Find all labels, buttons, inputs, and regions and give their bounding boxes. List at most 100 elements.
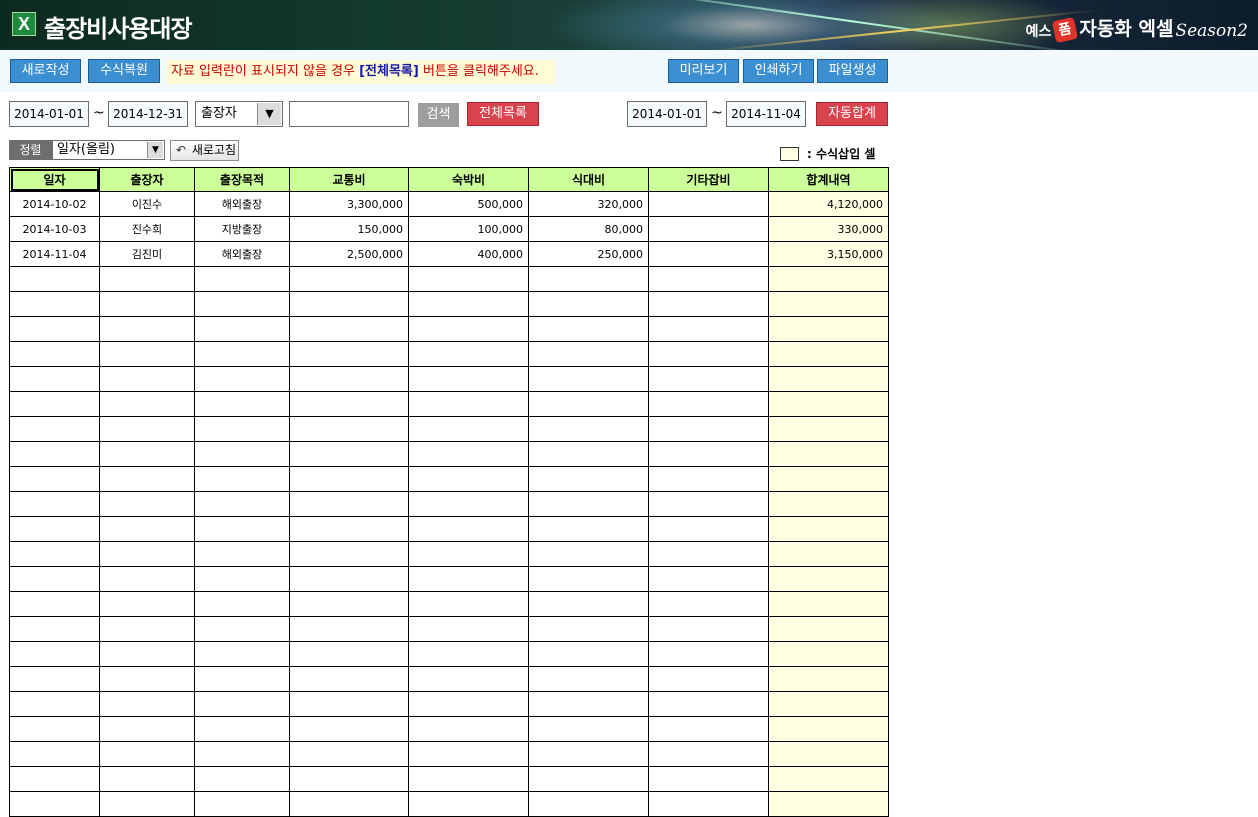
cell-traveler[interactable] [99, 366, 195, 392]
cell-date[interactable] [9, 416, 100, 442]
cell-total[interactable] [768, 716, 889, 742]
cell-date[interactable] [9, 541, 100, 567]
cell-transport[interactable] [289, 541, 409, 567]
cell-date[interactable] [9, 716, 100, 742]
cell-purpose[interactable] [194, 541, 290, 567]
cell-total[interactable]: 330,000 [768, 216, 889, 242]
cell-meals[interactable]: 250,000 [528, 241, 649, 267]
cell-traveler[interactable] [99, 291, 195, 317]
cell-total[interactable] [768, 341, 889, 367]
cell-date[interactable] [9, 566, 100, 592]
cell-purpose[interactable] [194, 341, 290, 367]
cell-purpose[interactable] [194, 691, 290, 717]
cell-misc[interactable] [648, 441, 769, 467]
cell-total[interactable] [768, 416, 889, 442]
cell-meals[interactable] [528, 366, 649, 392]
cell-misc[interactable] [648, 416, 769, 442]
cell-misc[interactable] [648, 216, 769, 242]
cell-date[interactable] [9, 791, 100, 817]
cell-total[interactable] [768, 666, 889, 692]
cell-meals[interactable] [528, 466, 649, 492]
cell-lodging[interactable] [408, 316, 529, 342]
cell-lodging[interactable]: 100,000 [408, 216, 529, 242]
cell-date[interactable] [9, 741, 100, 767]
column-header-misc[interactable]: 기타잡비 [648, 167, 769, 192]
column-header-lodging[interactable]: 숙박비 [408, 167, 529, 192]
cell-purpose[interactable] [194, 516, 290, 542]
sum-start-date-field[interactable]: 2014-01-01 [627, 101, 707, 127]
cell-lodging[interactable] [408, 466, 529, 492]
cell-date[interactable] [9, 391, 100, 417]
cell-date[interactable]: 2014-11-04 [9, 241, 100, 267]
cell-misc[interactable] [648, 691, 769, 717]
cell-lodging[interactable] [408, 566, 529, 592]
cell-meals[interactable]: 320,000 [528, 191, 649, 217]
cell-lodging[interactable] [408, 291, 529, 317]
search-input[interactable] [289, 101, 409, 127]
cell-lodging[interactable] [408, 541, 529, 567]
cell-date[interactable] [9, 366, 100, 392]
cell-transport[interactable] [289, 441, 409, 467]
cell-total[interactable] [768, 466, 889, 492]
search-button[interactable]: 검색 [418, 103, 459, 127]
cell-misc[interactable] [648, 741, 769, 767]
cell-lodging[interactable] [408, 591, 529, 617]
cell-misc[interactable] [648, 791, 769, 817]
cell-date[interactable]: 2014-10-03 [9, 216, 100, 242]
cell-date[interactable] [9, 516, 100, 542]
cell-meals[interactable] [528, 516, 649, 542]
search-field-select[interactable]: 출장자 ▼ [195, 101, 283, 127]
cell-transport[interactable] [289, 666, 409, 692]
cell-traveler[interactable] [99, 766, 195, 792]
cell-lodging[interactable] [408, 716, 529, 742]
cell-total[interactable] [768, 616, 889, 642]
cell-lodging[interactable] [408, 691, 529, 717]
column-header-total[interactable]: 합계내역 [768, 167, 889, 192]
cell-misc[interactable] [648, 241, 769, 267]
cell-misc[interactable] [648, 516, 769, 542]
chevron-down-icon[interactable]: ▼ [147, 142, 163, 158]
cell-lodging[interactable] [408, 766, 529, 792]
cell-traveler[interactable] [99, 466, 195, 492]
cell-date[interactable] [9, 491, 100, 517]
cell-total[interactable]: 4,120,000 [768, 191, 889, 217]
cell-transport[interactable] [289, 716, 409, 742]
cell-traveler[interactable] [99, 591, 195, 617]
cell-date[interactable]: 2014-10-02 [9, 191, 100, 217]
cell-purpose[interactable]: 해외출장 [194, 191, 290, 217]
cell-traveler[interactable] [99, 691, 195, 717]
cell-transport[interactable] [289, 266, 409, 292]
cell-meals[interactable] [528, 441, 649, 467]
start-date-field[interactable]: 2014-01-01 [9, 101, 89, 127]
cell-meals[interactable] [528, 691, 649, 717]
cell-meals[interactable] [528, 666, 649, 692]
cell-lodging[interactable] [408, 416, 529, 442]
cell-purpose[interactable]: 해외출장 [194, 241, 290, 267]
cell-date[interactable] [9, 766, 100, 792]
cell-transport[interactable] [289, 791, 409, 817]
cell-purpose[interactable] [194, 266, 290, 292]
cell-total[interactable] [768, 566, 889, 592]
cell-lodging[interactable] [408, 341, 529, 367]
cell-meals[interactable]: 80,000 [528, 216, 649, 242]
cell-meals[interactable] [528, 591, 649, 617]
cell-lodging[interactable] [408, 516, 529, 542]
auto-sum-button[interactable]: 자동합계 [816, 102, 888, 126]
refresh-button[interactable]: ↶ 새로고침 [170, 140, 239, 161]
cell-traveler[interactable] [99, 391, 195, 417]
cell-traveler[interactable] [99, 741, 195, 767]
cell-meals[interactable] [528, 341, 649, 367]
cell-total[interactable] [768, 541, 889, 567]
cell-transport[interactable] [289, 316, 409, 342]
cell-date[interactable] [9, 641, 100, 667]
cell-meals[interactable] [528, 766, 649, 792]
cell-purpose[interactable] [194, 716, 290, 742]
file-create-button[interactable]: 파일생성 [817, 59, 888, 83]
cell-traveler[interactable] [99, 266, 195, 292]
cell-transport[interactable] [289, 391, 409, 417]
cell-purpose[interactable] [194, 391, 290, 417]
cell-date[interactable] [9, 691, 100, 717]
cell-meals[interactable] [528, 491, 649, 517]
cell-misc[interactable] [648, 366, 769, 392]
cell-traveler[interactable] [99, 566, 195, 592]
